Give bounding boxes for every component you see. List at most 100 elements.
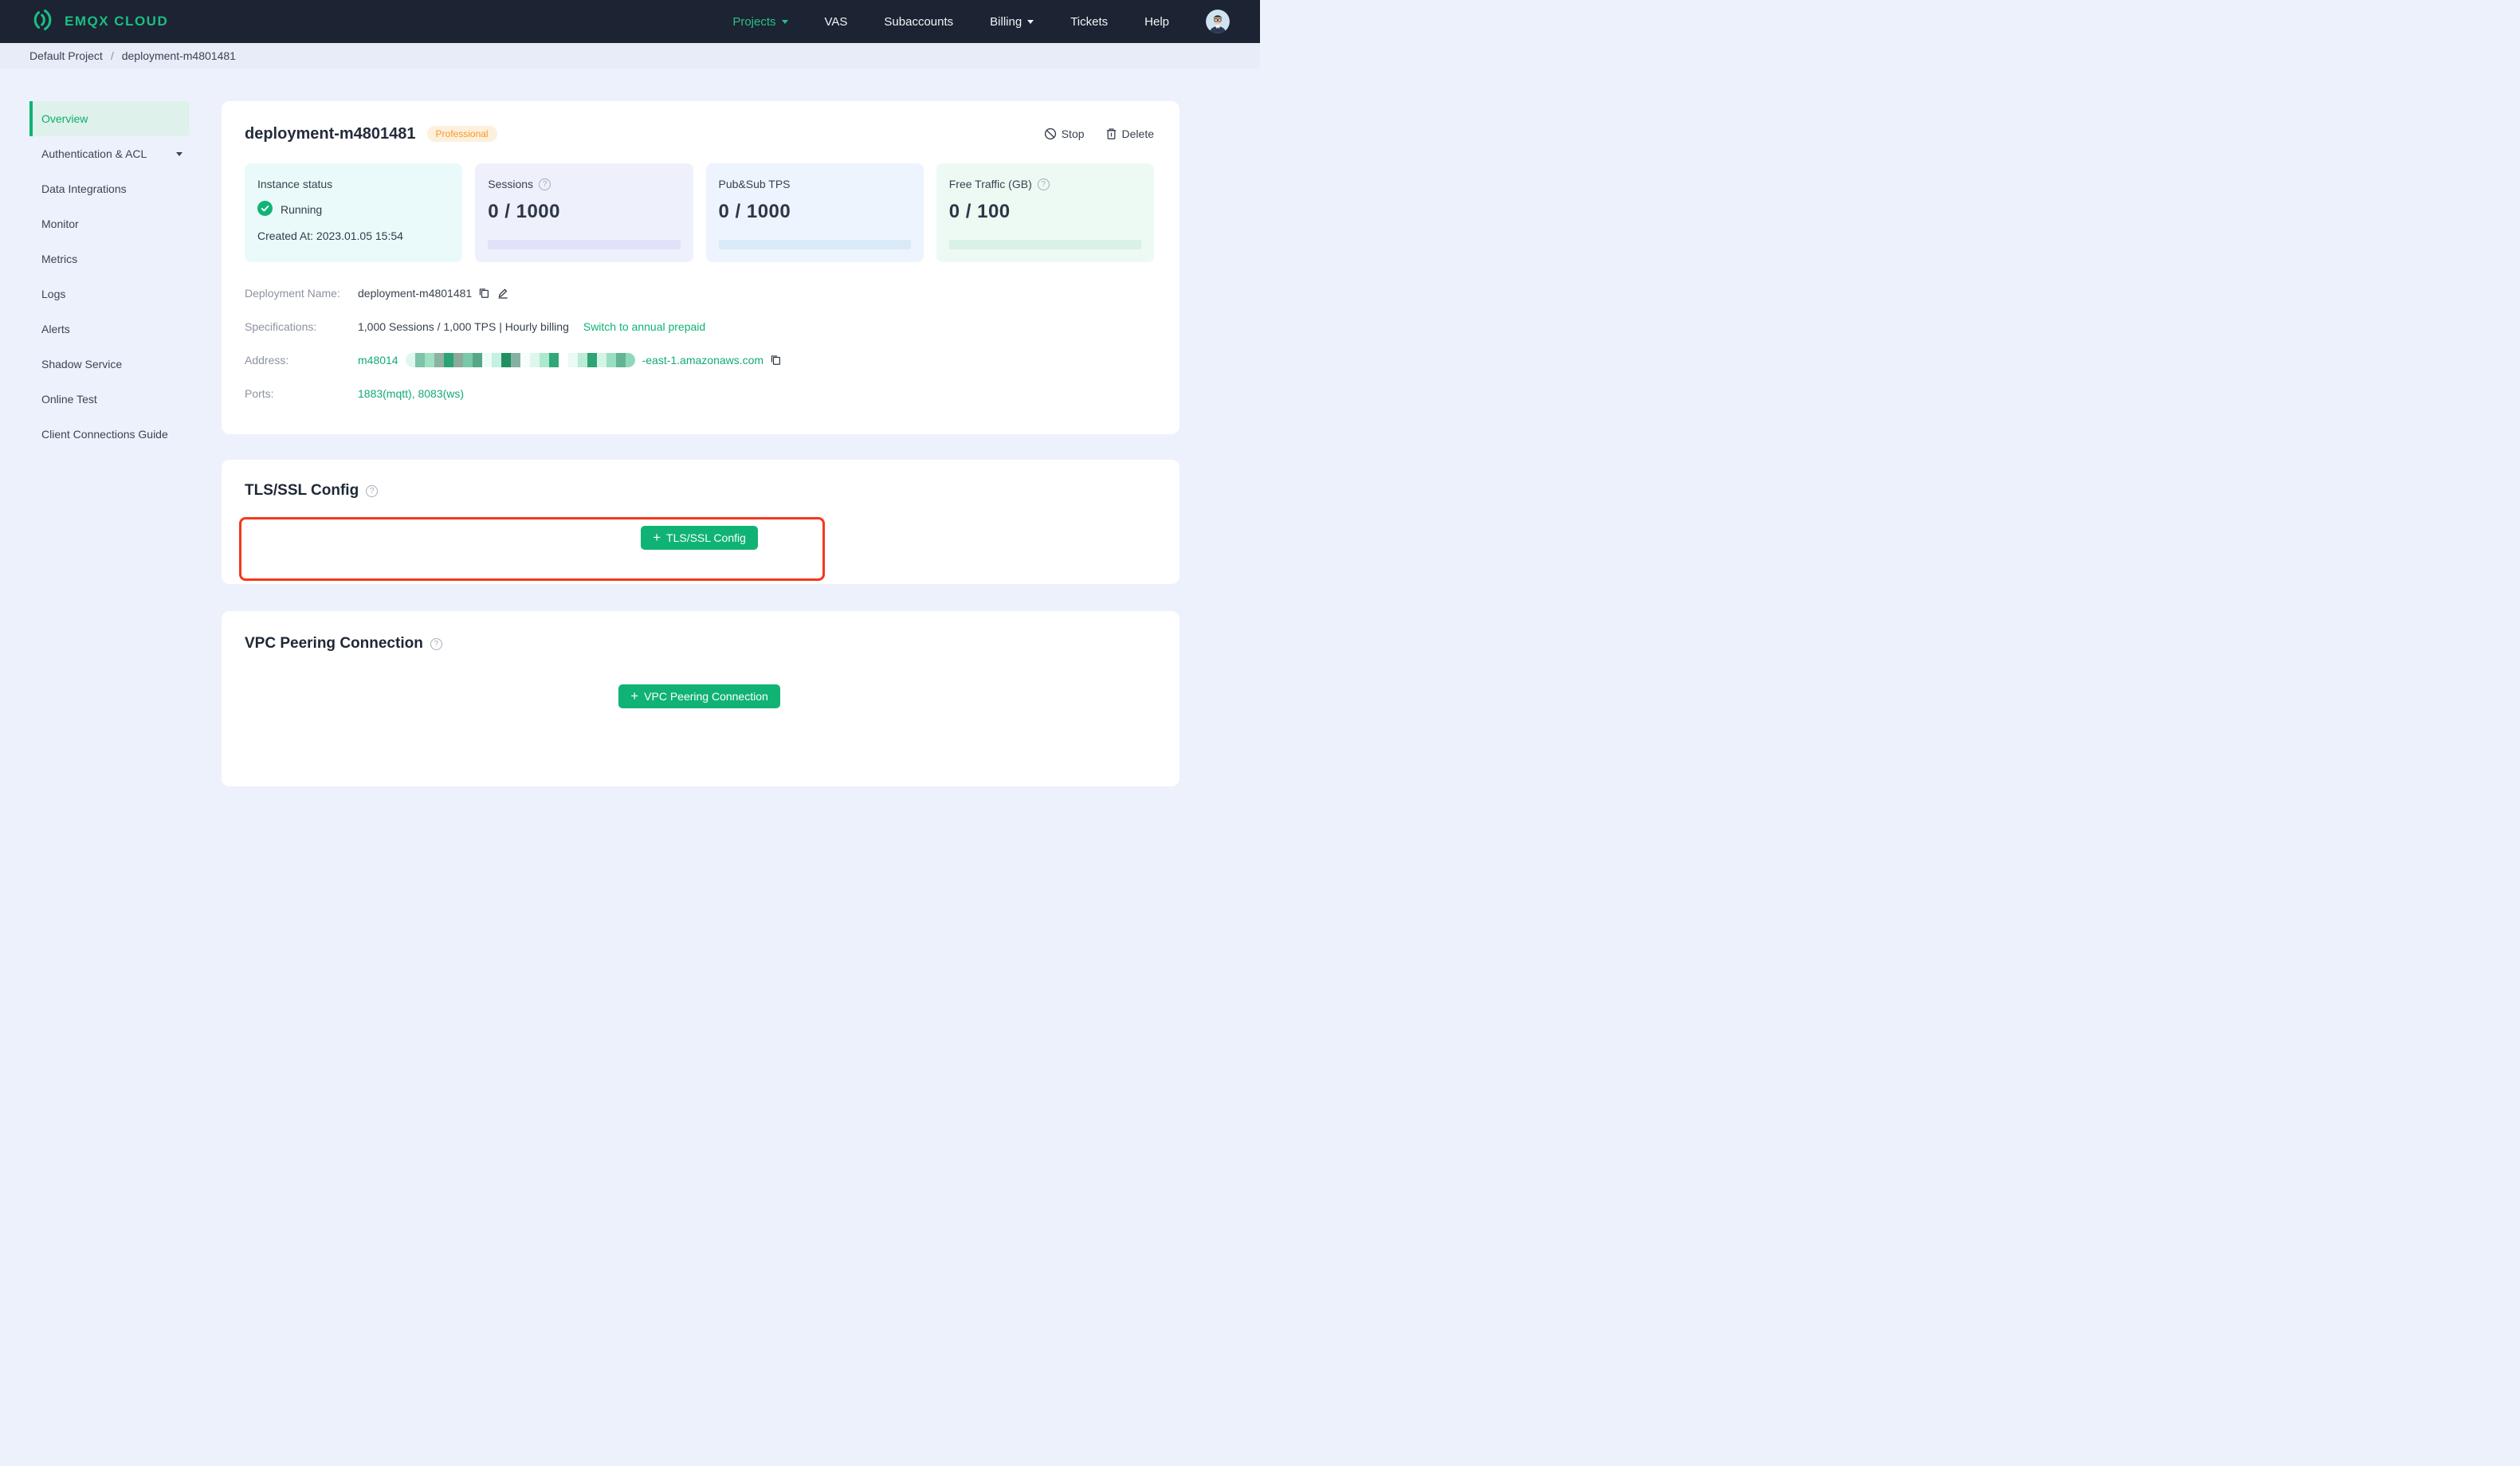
- switch-annual-prepaid-link[interactable]: Switch to annual prepaid: [583, 320, 705, 333]
- redacted-block: [567, 353, 578, 367]
- instance-status-tile: Instance status Running Created At: 2023…: [245, 163, 463, 262]
- sidebar-item-metrics[interactable]: Metrics: [29, 241, 189, 276]
- deployment-name-label: Deployment Name:: [245, 287, 340, 300]
- pubsub-tps-tile: Pub&Sub TPS 0 / 1000: [705, 163, 924, 262]
- stop-icon: [1044, 127, 1057, 140]
- address-row: Address: m48014 -east-1.amazonaws.com: [245, 343, 1154, 377]
- deployment-name-value: deployment-m4801481: [358, 287, 473, 300]
- free-traffic-value: 0 / 100: [948, 201, 1011, 222]
- emqx-logo-icon: [29, 6, 57, 37]
- redacted-block: [587, 353, 597, 367]
- free-traffic-tile: Free Traffic (GB) ? 0 / 100: [936, 163, 1154, 262]
- chevron-down-icon: [176, 151, 183, 156]
- redacted-block: [434, 353, 444, 367]
- deployment-title: deployment-m4801481: [245, 124, 416, 143]
- redacted-block: [443, 353, 453, 367]
- address-prefix: m48014: [358, 354, 398, 366]
- redacted-block: [510, 353, 520, 367]
- help-icon[interactable]: ?: [430, 637, 442, 650]
- copy-icon[interactable]: [478, 287, 490, 300]
- redacted-block: [577, 353, 587, 367]
- help-icon[interactable]: ?: [539, 178, 551, 190]
- specifications-value: 1,000 Sessions / 1,000 TPS | Hourly bill…: [358, 320, 569, 333]
- breadcrumb-project[interactable]: Default Project: [29, 49, 103, 62]
- redacted-block: [558, 353, 568, 367]
- ports-value: 1883(mqtt), 8083(ws): [358, 387, 465, 400]
- redacted-block: [606, 353, 616, 367]
- redacted-block: [500, 353, 511, 367]
- check-circle-icon: [257, 201, 273, 218]
- top-nav: EMQX CLOUD Projects VAS Subaccounts Bill…: [0, 0, 1260, 43]
- redacted-block: [453, 353, 463, 367]
- created-at: Created At: 2023.01.05 15:54: [257, 229, 403, 242]
- instance-status-label: Instance status: [257, 178, 333, 190]
- copy-icon[interactable]: [770, 354, 782, 366]
- pubsub-tps-label: Pub&Sub TPS: [718, 178, 791, 190]
- sidebar-item-logs[interactable]: Logs: [29, 276, 189, 312]
- sessions-tile: Sessions ? 0 / 1000: [475, 163, 693, 262]
- specifications-label: Specifications:: [245, 320, 317, 333]
- redacted-block: [424, 353, 434, 367]
- redacted-address: [405, 353, 635, 367]
- brand[interactable]: EMQX CLOUD: [29, 6, 168, 37]
- redacted-block: [462, 353, 473, 367]
- vpc-peering-title: VPC Peering Connection: [245, 635, 423, 652]
- sidebar-item-alerts[interactable]: Alerts: [29, 312, 189, 347]
- sessions-progress-bar: [488, 240, 681, 249]
- redacted-block: [520, 353, 530, 367]
- nav-item-billing[interactable]: Billing: [990, 15, 1034, 29]
- tps-progress-bar: [718, 240, 911, 249]
- nav-item-help[interactable]: Help: [1144, 15, 1169, 29]
- nav-item-subaccounts[interactable]: Subaccounts: [884, 15, 953, 29]
- redacted-block: [596, 353, 606, 367]
- sidebar-item-shadow-service[interactable]: Shadow Service: [29, 347, 189, 382]
- delete-button[interactable]: Delete: [1105, 127, 1154, 140]
- redacted-block: [414, 353, 425, 367]
- brand-name: EMQX CLOUD: [65, 14, 169, 29]
- nav-item-projects[interactable]: Projects: [732, 15, 788, 29]
- vpc-peering-card: VPC Peering Connection ? + VPC Peering C…: [222, 611, 1180, 786]
- sidebar-item-monitor[interactable]: Monitor: [29, 206, 189, 241]
- ports-row: Ports: 1883(mqtt), 8083(ws): [245, 377, 1154, 410]
- plus-icon: +: [630, 688, 639, 704]
- tls-ssl-title: TLS/SSL Config: [245, 482, 359, 499]
- plus-icon: +: [653, 530, 661, 545]
- sessions-value: 0 / 1000: [488, 201, 560, 222]
- redacted-block: [615, 353, 626, 367]
- pubsub-tps-value: 0 / 1000: [718, 201, 791, 222]
- redacted-block: [625, 353, 635, 367]
- redacted-block: [405, 353, 415, 367]
- redacted-block: [548, 353, 559, 367]
- redacted-block: [539, 353, 549, 367]
- deployment-name-row: Deployment Name: deployment-m4801481: [245, 276, 1154, 310]
- edit-icon[interactable]: [497, 287, 509, 300]
- sidebar-item-data-integrations[interactable]: Data Integrations: [29, 171, 189, 206]
- status-text: Running: [281, 203, 323, 216]
- breadcrumb-separator: /: [110, 49, 114, 62]
- ports-label: Ports:: [245, 387, 274, 400]
- help-icon[interactable]: ?: [366, 484, 379, 497]
- deployment-overview-card: deployment-m4801481 Professional Stop De…: [222, 101, 1180, 581]
- chevron-down-icon: [1027, 19, 1034, 24]
- redacted-block: [481, 353, 492, 367]
- breadcrumb-current: deployment-m4801481: [121, 49, 236, 62]
- free-traffic-label: Free Traffic (GB): [948, 178, 1032, 190]
- chevron-down-icon: [781, 19, 788, 24]
- address-suffix: -east-1.amazonaws.com: [642, 354, 764, 366]
- add-tls-ssl-config-button[interactable]: + TLS/SSL Config: [641, 526, 758, 550]
- add-vpc-peering-button[interactable]: + VPC Peering Connection: [618, 684, 780, 708]
- breadcrumb: Default Project / deployment-m4801481: [0, 43, 1260, 69]
- sidebar-item-client-connections-guide[interactable]: Client Connections Guide: [29, 417, 189, 452]
- sidebar-item-overview[interactable]: Overview: [29, 101, 189, 136]
- stop-button[interactable]: Stop: [1044, 127, 1085, 140]
- tls-ssl-card: TLS/SSL Config ? + TLS/SSL Config: [222, 460, 1180, 584]
- nav-item-tickets[interactable]: Tickets: [1070, 15, 1108, 29]
- sidebar-item-authentication-acl[interactable]: Authentication & ACL: [29, 136, 189, 171]
- address-label: Address:: [245, 354, 289, 366]
- plan-badge: Professional: [426, 126, 497, 142]
- nav-item-vas[interactable]: VAS: [825, 15, 848, 29]
- help-icon[interactable]: ?: [1037, 178, 1050, 190]
- redacted-block: [529, 353, 540, 367]
- sidebar-item-online-test[interactable]: Online Test: [29, 382, 189, 417]
- user-avatar[interactable]: [1206, 10, 1230, 33]
